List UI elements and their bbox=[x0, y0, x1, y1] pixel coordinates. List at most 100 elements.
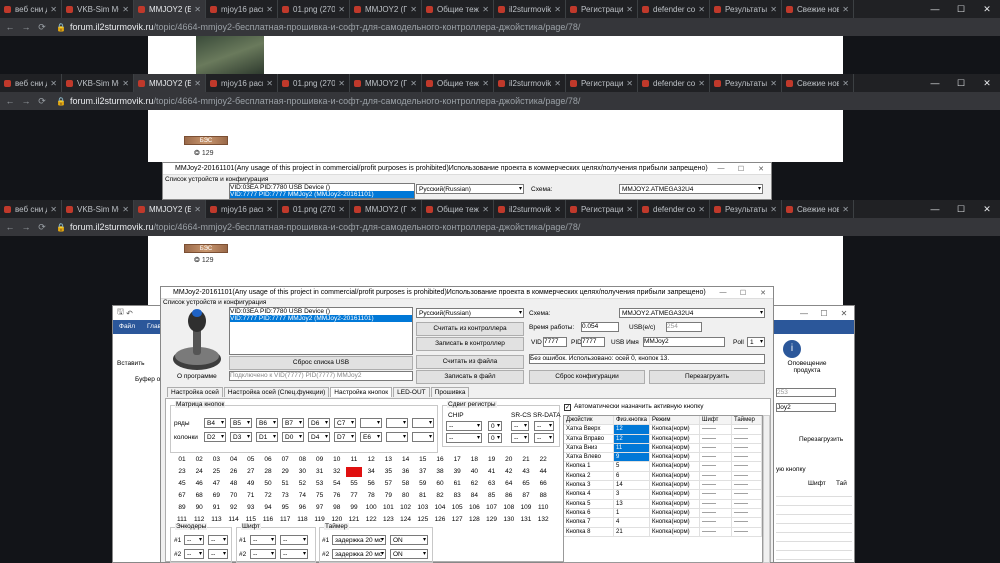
encoder-2a-select[interactable]: -- bbox=[184, 549, 204, 559]
read-file-button[interactable]: Считать из файла bbox=[416, 355, 524, 369]
button-number[interactable]: 04 bbox=[226, 455, 242, 465]
reload-icon[interactable]: ⟳ bbox=[36, 22, 48, 33]
button-number[interactable]: 122 bbox=[363, 515, 379, 525]
button-number[interactable]: 85 bbox=[484, 491, 500, 501]
table-header-cell[interactable]: Джойстик bbox=[564, 416, 614, 425]
close-tab-icon[interactable]: ✕ bbox=[626, 5, 633, 14]
row-select[interactable]: B4 bbox=[204, 418, 226, 428]
button-number[interactable]: 98 bbox=[329, 503, 345, 513]
button-number[interactable]: 05 bbox=[243, 455, 259, 465]
button-number[interactable]: 24 bbox=[191, 467, 207, 477]
table-row[interactable]: Кнопка 2 6 Кнопка(норм) ------- ------- bbox=[564, 471, 762, 482]
col-select[interactable]: E6 bbox=[360, 432, 382, 442]
chip-select-2[interactable]: -- bbox=[446, 433, 482, 443]
col-select[interactable]: D2 bbox=[204, 432, 226, 442]
browser-tab[interactable]: defender cob ✕ bbox=[638, 0, 710, 18]
button-number[interactable]: 87 bbox=[518, 491, 534, 501]
button-number[interactable]: 58 bbox=[398, 479, 414, 489]
language-select[interactable]: Русский(Russian) bbox=[416, 184, 524, 194]
button-number[interactable]: 70 bbox=[226, 491, 242, 501]
button-number[interactable]: 06 bbox=[260, 455, 276, 465]
close-tab-icon[interactable]: ✕ bbox=[770, 205, 777, 214]
browser-tab[interactable]: Регистрация ✕ bbox=[566, 74, 638, 92]
browser-tab[interactable]: MMJOY2 (Бес✕ bbox=[134, 200, 206, 218]
close-tab-icon[interactable]: ✕ bbox=[338, 205, 345, 214]
button-number[interactable]: 12 bbox=[363, 455, 379, 465]
button-number[interactable]: 43 bbox=[518, 467, 534, 477]
close-tab-icon[interactable]: ✕ bbox=[554, 79, 561, 88]
button-number[interactable]: 76 bbox=[329, 491, 345, 501]
button-number[interactable]: 41 bbox=[484, 467, 500, 477]
close-tab-icon[interactable]: ✕ bbox=[410, 205, 417, 214]
col-select[interactable] bbox=[386, 432, 408, 442]
button-number[interactable]: 48 bbox=[226, 479, 242, 489]
reset-usb-list-button[interactable]: Сброс списка USB bbox=[229, 356, 413, 370]
encoder-1a-select[interactable]: -- bbox=[184, 535, 204, 545]
encoder-2b-select[interactable]: -- bbox=[208, 549, 228, 559]
button-number[interactable]: 23 bbox=[174, 467, 190, 477]
button-number[interactable]: 91 bbox=[208, 503, 224, 513]
pid-field[interactable]: 7777 bbox=[581, 337, 605, 347]
minimize-icon[interactable]: — bbox=[922, 78, 948, 89]
button-number[interactable]: 40 bbox=[466, 467, 482, 477]
button-number[interactable]: 124 bbox=[398, 515, 414, 525]
poll-select[interactable]: 1 bbox=[747, 337, 765, 347]
shift-1a-select[interactable]: -- bbox=[250, 535, 276, 545]
back-icon[interactable]: ← bbox=[4, 22, 16, 32]
col-select[interactable]: D7 bbox=[334, 432, 356, 442]
table-header-cell[interactable]: Физ.кнопка bbox=[614, 416, 650, 425]
browser-tab[interactable]: mjoy16 распа✕ bbox=[206, 74, 278, 92]
button-number[interactable]: 80 bbox=[398, 491, 414, 501]
file-tab[interactable]: Файл bbox=[119, 323, 135, 330]
close-icon[interactable]: ✕ bbox=[974, 78, 1000, 89]
close-tab-icon[interactable]: ✕ bbox=[842, 5, 849, 14]
close-tab-icon[interactable]: ✕ bbox=[266, 5, 273, 14]
browser-tab[interactable]: VKB-Sim MCG✕ bbox=[62, 74, 134, 92]
button-number[interactable]: 94 bbox=[260, 503, 276, 513]
table-scrollbar[interactable] bbox=[763, 415, 770, 563]
button-number[interactable]: 81 bbox=[415, 491, 431, 501]
button-number[interactable]: 33 bbox=[346, 467, 362, 477]
button-number[interactable]: 100 bbox=[363, 503, 379, 513]
button-number[interactable]: 47 bbox=[208, 479, 224, 489]
button-number[interactable]: 51 bbox=[277, 479, 293, 489]
browser-tab[interactable]: il2sturmovik ✕ bbox=[494, 0, 566, 18]
close-tab-icon[interactable]: ✕ bbox=[698, 205, 705, 214]
browser-tab[interactable]: Общие теж ✕ bbox=[422, 200, 494, 218]
maximize-icon[interactable]: ☐ bbox=[948, 78, 974, 89]
button-number[interactable]: 71 bbox=[243, 491, 259, 501]
button-number[interactable]: 116 bbox=[260, 515, 276, 525]
button-number[interactable]: 128 bbox=[466, 515, 482, 525]
button-number[interactable]: 126 bbox=[432, 515, 448, 525]
button-number[interactable]: 45 bbox=[174, 479, 190, 489]
close-tab-icon[interactable]: ✕ bbox=[482, 5, 489, 14]
button-number[interactable]: 129 bbox=[484, 515, 500, 525]
timer-2-delay-select[interactable]: задержка 20 мс bbox=[332, 549, 386, 559]
row-select[interactable]: D6 bbox=[308, 418, 330, 428]
button-number[interactable]: 109 bbox=[518, 503, 534, 513]
close-icon[interactable]: ✕ bbox=[974, 204, 1000, 215]
table-row[interactable]: Кнопка 5 13 Кнопка(норм) ------- ------- bbox=[564, 499, 762, 509]
col-select[interactable] bbox=[412, 432, 434, 442]
button-number[interactable]: 92 bbox=[226, 503, 242, 513]
device-item-selected[interactable]: VID:7777 PID:7777 MMJoy2 (MMJoy2-2016110… bbox=[230, 191, 414, 198]
button-number[interactable]: 62 bbox=[466, 479, 482, 489]
timer-1-state-select[interactable]: ON bbox=[390, 535, 428, 545]
maximize-icon[interactable]: ☐ bbox=[948, 4, 974, 15]
button-number[interactable]: 30 bbox=[294, 467, 310, 477]
window-controls[interactable]: — ☐ ✕ bbox=[713, 289, 773, 297]
button-number[interactable]: 29 bbox=[277, 467, 293, 477]
sr-count-2[interactable]: 0 bbox=[488, 433, 502, 443]
close-tab-icon[interactable]: ✕ bbox=[266, 79, 273, 88]
button-number[interactable]: 77 bbox=[346, 491, 362, 501]
reload-icon[interactable]: ⟳ bbox=[36, 96, 48, 107]
button-number[interactable]: 131 bbox=[518, 515, 534, 525]
button-number[interactable]: 102 bbox=[398, 503, 414, 513]
row-select[interactable] bbox=[386, 418, 408, 428]
button-number[interactable]: 127 bbox=[449, 515, 465, 525]
button-number[interactable]: 59 bbox=[415, 479, 431, 489]
button-number[interactable]: 63 bbox=[484, 479, 500, 489]
minimize-icon[interactable]: — bbox=[922, 204, 948, 215]
home-tab[interactable]: Глав bbox=[147, 323, 161, 330]
button-number[interactable]: 72 bbox=[260, 491, 276, 501]
